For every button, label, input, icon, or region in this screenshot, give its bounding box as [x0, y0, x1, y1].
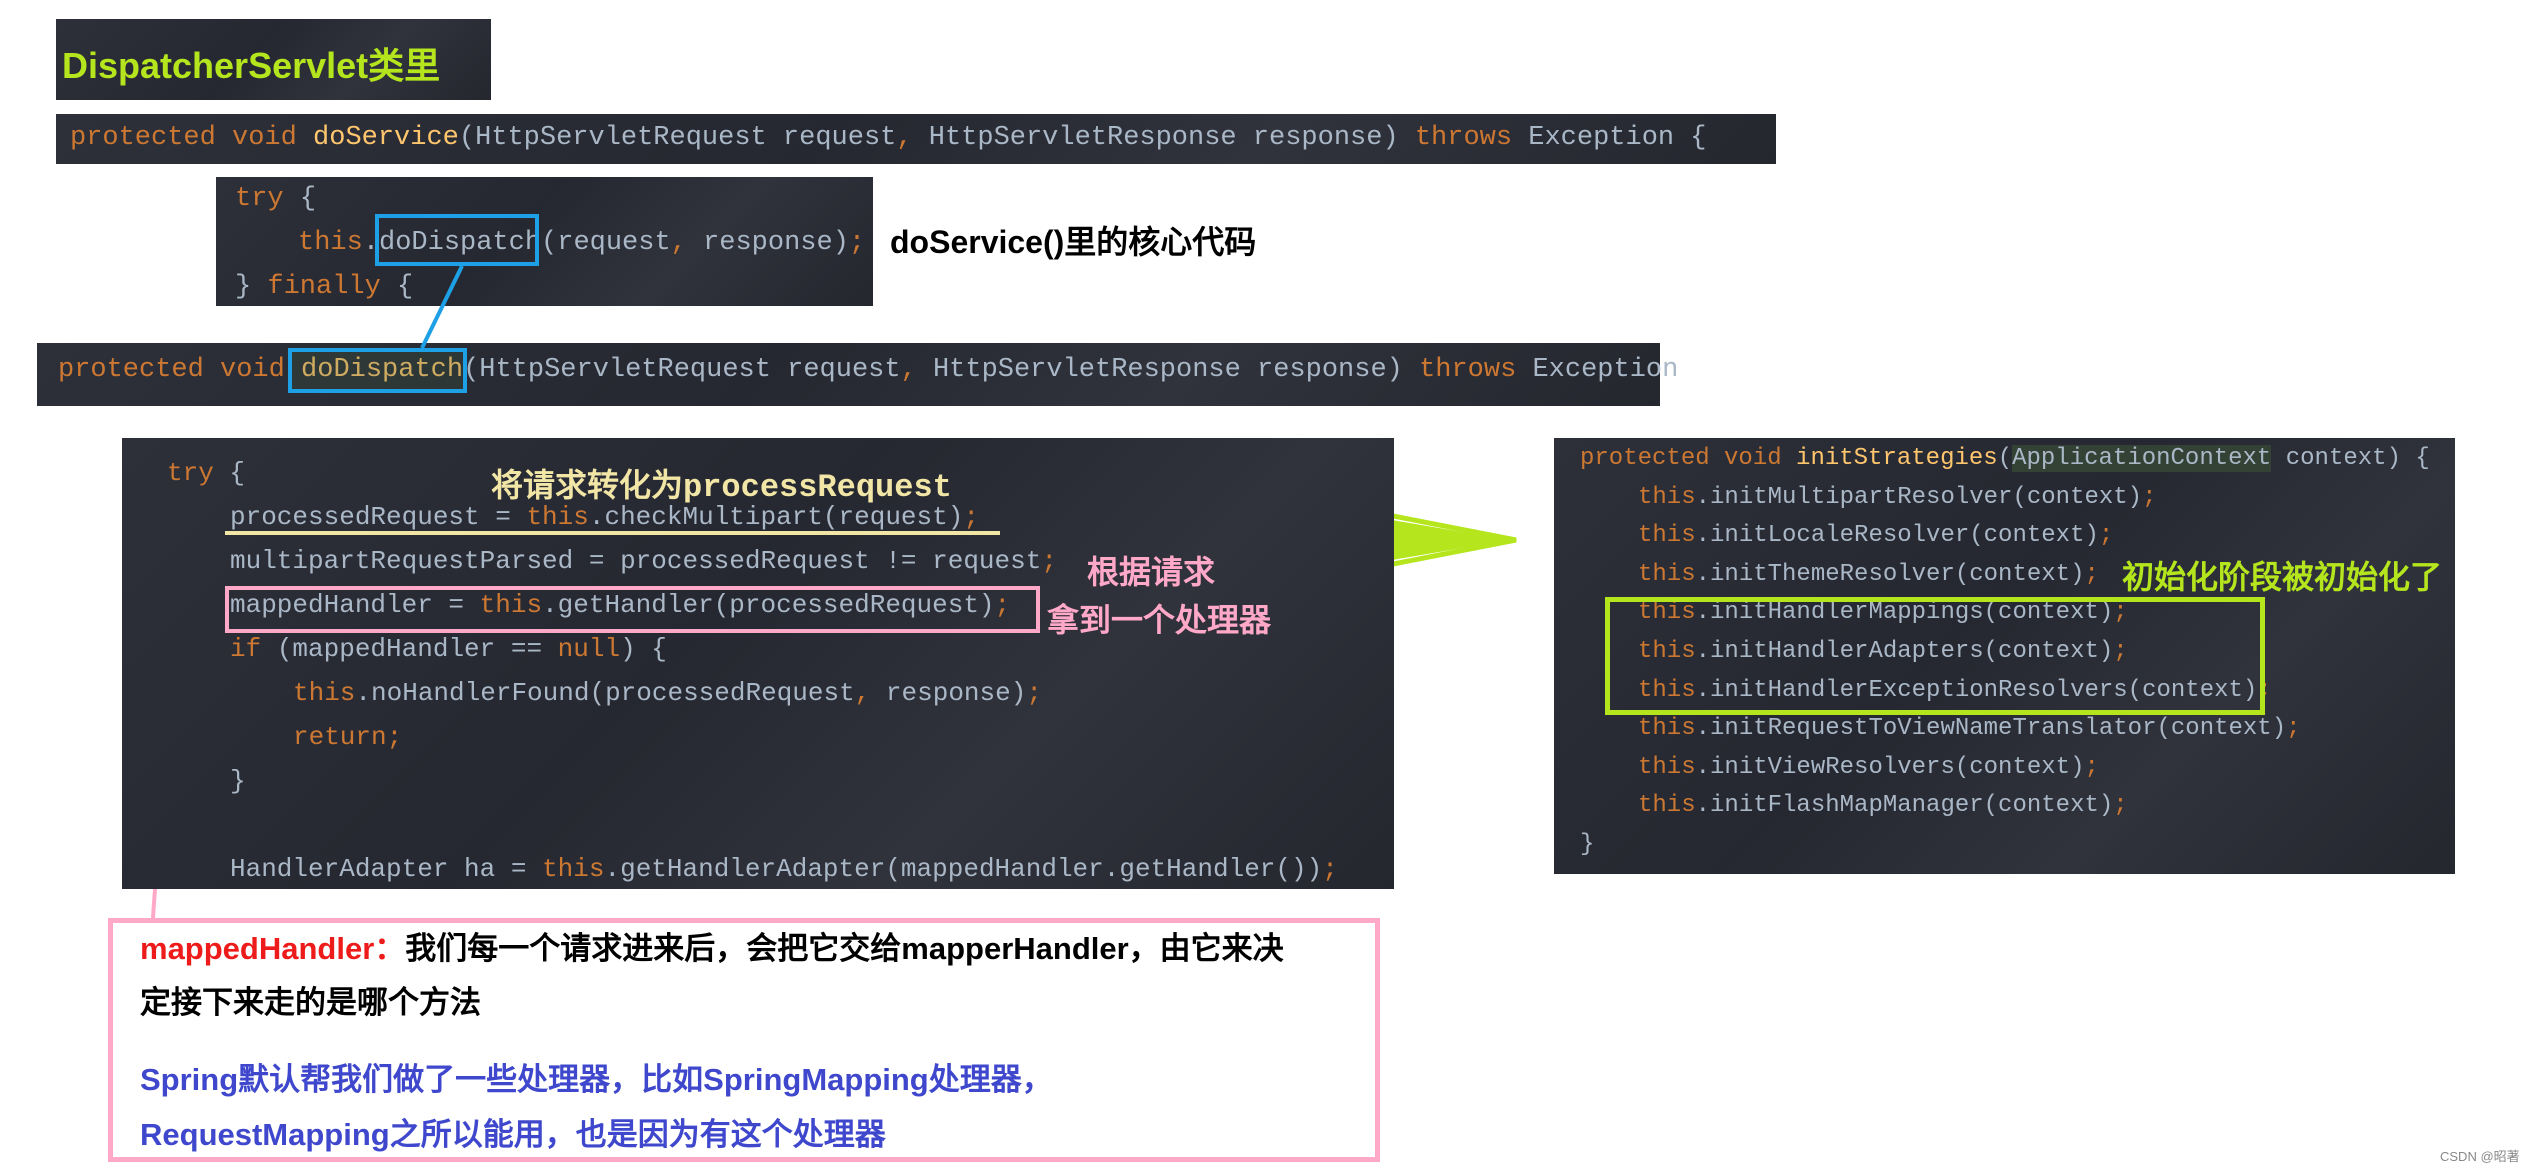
code-token: if — [230, 634, 277, 664]
code-token: this — [526, 502, 589, 532]
code-token: ; — [2084, 560, 2099, 588]
code-token: .initViewResolvers(context) — [1695, 753, 2085, 781]
get-handler-highlight — [225, 586, 1040, 633]
code-token: response) — [885, 678, 1027, 708]
note-line-3: Spring默认帮我们做了一些处理器，比如SpringMapping处理器， — [140, 1062, 1053, 1097]
code-token: .checkMultipart(request) — [588, 502, 964, 532]
code-token: ; — [1322, 854, 1338, 884]
code-token: ; — [1026, 678, 1042, 708]
code-line: this.noHandlerFound(processedRequest, re… — [167, 671, 1338, 715]
note-label: mappedHandler： — [140, 931, 406, 966]
code-token: ; — [2084, 753, 2099, 781]
code-token: processedRequest = — [230, 502, 527, 532]
handler-init-highlight — [1605, 597, 2265, 715]
code-token: .initMultipartResolver(context) — [1695, 483, 2143, 511]
code-line: protected void initStrategies(Applicatio… — [1580, 440, 2430, 479]
code-token: this — [1638, 753, 1696, 781]
code-token: this — [1638, 715, 1696, 743]
code-token: initStrategies — [1796, 445, 1998, 472]
code-line: this.initViewResolvers(context); — [1580, 749, 2430, 788]
code-token: .initRequestToViewNameTranslator(context… — [1695, 715, 2287, 743]
code-token: this — [542, 854, 605, 884]
watermark: CSDN @昭著 — [2440, 1149, 2520, 1164]
code-token: ) { — [620, 634, 667, 664]
code-token: ; — [2286, 715, 2301, 743]
code-token: .initThemeResolver(context) — [1695, 560, 2085, 588]
code-line: this.initMultipartResolver(context); — [1580, 479, 2430, 518]
note-line-1: 我们每一个请求进来后，会把它交给mapperHandler，由它来决 — [405, 931, 1284, 966]
code-token: .initLocaleResolver(context) — [1695, 522, 2099, 550]
code-token: protected void — [1580, 445, 1797, 472]
dispatch-body-panel: try {processedRequest = this.checkMultip… — [122, 438, 1394, 889]
mapped-handler-note: mappedHandler：我们每一个请求进来后，会把它交给mapperHand… — [108, 918, 1380, 1162]
code-token: null — [557, 634, 621, 664]
process-request-underline — [225, 531, 1000, 535]
code-token: try — [167, 458, 230, 488]
code-line: HandlerAdapter ha = this.getHandlerAdapt… — [167, 847, 1338, 891]
code-token: ApplicationContext — [2012, 445, 2272, 472]
code-token: ( — [1997, 445, 2013, 472]
code-token: { — [229, 458, 246, 488]
code-token: , — [854, 678, 886, 708]
code-token: this — [1638, 483, 1696, 511]
code-line: this.initFlashMapManager(context); — [1580, 787, 2430, 826]
code-token: ; — [963, 502, 979, 532]
code-token: ; — [1041, 546, 1057, 576]
code-token: HandlerAdapter ha = — [230, 854, 543, 884]
code-token: this — [293, 678, 356, 708]
code-token: this — [1638, 560, 1696, 588]
code-line: } — [167, 759, 1338, 803]
code-token: .noHandlerFound(processedRequest — [355, 678, 855, 708]
code-line: } — [1580, 826, 2430, 865]
code-token: return; — [293, 722, 403, 752]
code-token: ; — [2098, 522, 2114, 550]
get-handler-annotation: 拿到一个处理器 — [1047, 604, 1272, 641]
code-token: context) { — [2271, 445, 2430, 472]
note-line-2: 定接下来走的是哪个方法 — [140, 985, 481, 1020]
code-token: this — [1638, 792, 1696, 820]
code-line: return; — [167, 715, 1338, 759]
note-line-4: RequestMapping之所以能用，也是因为有这个处理器 — [140, 1117, 886, 1152]
code-token: this — [1638, 522, 1696, 550]
code-token: (mappedHandler == — [276, 634, 558, 664]
process-request-annotation: 将请求转化为processRequest — [491, 469, 952, 506]
code-token: ; — [2142, 483, 2157, 511]
code-token: multipartRequestParsed = processedReques… — [230, 546, 1042, 576]
init-stage-annotation: 初始化阶段被初始化了 — [2122, 561, 2443, 598]
code-line: this.initLocaleResolver(context); — [1580, 517, 2430, 556]
code-token: .getHandlerAdapter(mappedHandler.getHand… — [604, 854, 1323, 884]
code-token: ; — [2113, 792, 2128, 820]
code-token: .initFlashMapManager(context) — [1695, 792, 2114, 820]
code-line: this.initRequestToViewNameTranslator(con… — [1580, 710, 2430, 749]
blue-connector-line — [420, 265, 464, 349]
code-token: } — [230, 766, 246, 796]
by-request-annotation: 根据请求 — [1087, 556, 1216, 593]
code-dispatch-body: try {processedRequest = this.checkMultip… — [167, 451, 1338, 891]
code-token: } — [1580, 830, 1595, 858]
